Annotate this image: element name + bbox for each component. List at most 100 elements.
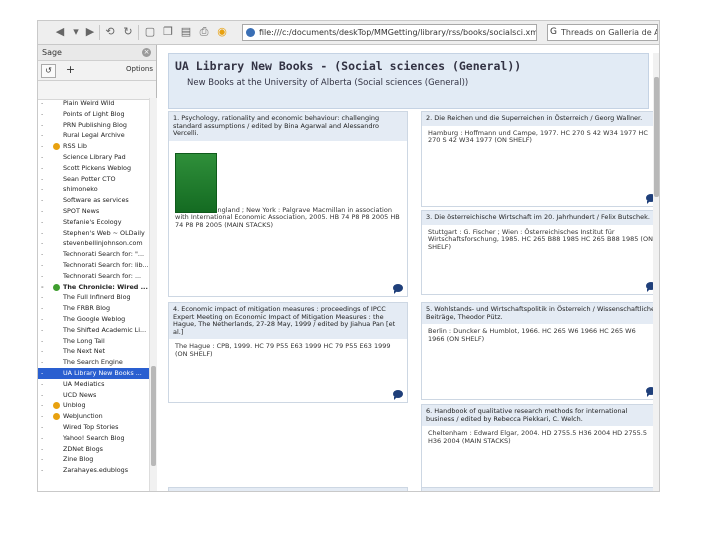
sidebar-feed-item[interactable]: - Scott Pickens Weblog <box>38 163 149 174</box>
feed-label: Stefanie's Ecology <box>63 217 122 226</box>
sidebar-feed-item[interactable]: - PRN Publishing Blog <box>38 120 149 131</box>
feed-label: Technorati Search for: lib... <box>63 260 149 269</box>
sidebar-feed-item[interactable]: - Stephen's Web ~ OLDaily <box>38 228 149 239</box>
sidebar-feed-item[interactable]: - UCD News <box>38 390 149 401</box>
sidebar-feed-item[interactable]: - The Shifted Academic Li... <box>38 325 149 336</box>
sidebar-feed-item[interactable]: - The Search Engine <box>38 357 149 368</box>
feed-label: UCD News <box>63 390 97 399</box>
feed-label: Wired Top Stories <box>63 422 119 431</box>
sidebar-feed-item[interactable]: - SPOT News <box>38 206 149 217</box>
feed-label: Plain Weird Wild <box>63 99 115 107</box>
print-icon[interactable]: ⎙ <box>196 24 212 40</box>
page-icon[interactable]: ▢ <box>142 24 158 40</box>
feed-label: Technorati Search for: "... <box>63 250 145 259</box>
feed-title: UA Library New Books - (Social sciences … <box>175 59 522 73</box>
sidebar-feed-item[interactable]: - Technorati Search for: lib... <box>38 260 149 271</box>
copy-icon[interactable]: ❐ <box>160 24 176 40</box>
book-details: The Hague : CPB, 1999. HC 79 P55 E63 199… <box>175 342 391 358</box>
sidebar-feed-item[interactable]: - shimoneko <box>38 184 149 195</box>
tree-line: - <box>41 174 44 183</box>
feed-label: Stephen's Web ~ OLDaily <box>63 228 145 237</box>
sidebar-feed-item[interactable]: - Wired Top Stories <box>38 422 149 433</box>
book-card: 4. Economic impact of mitigation measure… <box>168 302 408 403</box>
options-menu[interactable]: Options <box>126 65 153 73</box>
refresh-feeds-button[interactable]: ↺ <box>41 64 56 78</box>
tree-line: - <box>41 304 44 313</box>
tree-line: - <box>41 239 44 248</box>
book-title-link[interactable]: 3. Die österreichische Wirtschaft im 20.… <box>422 211 659 225</box>
sidebar-feed-item[interactable]: - Technorati Search for: "... <box>38 249 149 260</box>
book-title-link[interactable]: 5. Wohlstands- und Wirtschaftspolitik in… <box>422 303 659 324</box>
sidebar-feed-item[interactable]: - Software as services <box>38 195 149 206</box>
sidebar-feed-item[interactable]: - Yahoo! Search Blog <box>38 433 149 444</box>
sidebar-feed-item[interactable]: - Zarahayes.edublogs <box>38 465 149 476</box>
book-details: Berlin : Duncker & Humblot, 1966. HC 265… <box>428 327 636 343</box>
tree-line: - <box>41 250 44 259</box>
address-bar[interactable]: file:///c:/documents/deskTop/MMGetting/l… <box>242 24 537 41</box>
book-title-link[interactable]: 7. Transformations in global governance … <box>169 488 407 491</box>
forward-icon[interactable]: ▶ <box>82 24 98 40</box>
address-text: file:///c:/documents/deskTop/MMGetting/l… <box>259 28 537 37</box>
sidebar-feed-item[interactable]: - Unblog <box>38 400 149 411</box>
sidebar-feed-item[interactable]: - The Full Infinerd Blog <box>38 292 149 303</box>
sidebar-feed-item[interactable]: - Points of Light Blog <box>38 109 149 120</box>
bookmark-icon[interactable]: ▤ <box>178 24 194 40</box>
feed-label: Zine Blog <box>63 455 94 464</box>
book-title-link[interactable]: 1. Psychology, rationality and economic … <box>169 112 407 141</box>
book-title-link[interactable]: 4. Economic impact of mitigation measure… <box>169 303 407 339</box>
add-feed-button[interactable]: + <box>64 64 77 76</box>
feed-label: The Shifted Academic Li... <box>63 325 147 334</box>
sidebar-feed-item[interactable]: - The Next Net <box>38 346 149 357</box>
sidebar-feed-item[interactable]: - Science Library Pad <box>38 152 149 163</box>
sidebar-feed-item[interactable]: - ZDNet Blogs <box>38 444 149 455</box>
feed-label: stevenbellinjohnson.com <box>63 239 143 248</box>
close-icon[interactable]: × <box>142 48 151 57</box>
rss-icon[interactable]: ◉ <box>214 24 230 40</box>
tree-line: - <box>41 109 44 118</box>
tree-line: - <box>41 260 44 269</box>
reload-icon[interactable]: ↻ <box>120 24 136 40</box>
feed-label: The Google Weblog <box>63 314 126 323</box>
tree-line: - <box>41 196 44 205</box>
sidebar-feed-item[interactable]: - The Chronicle: Wired ... <box>38 282 149 293</box>
comment-icon[interactable] <box>393 284 403 294</box>
book-details: Hamburg : Hoffmann und Campe, 1977. HC 2… <box>428 128 648 144</box>
comment-icon[interactable] <box>393 390 403 400</box>
back-icon[interactable]: ◀ <box>52 24 68 40</box>
sidebar-feed-item[interactable]: - RSS Lib <box>38 141 149 152</box>
sidebar-feed-item[interactable]: - Technorati Search for: ... <box>38 271 149 282</box>
browser-toolbar: ◀ ▾ ▶ ⟲ ↻ ▢ ❐ ▤ ⎙ ◉ file:///c:/documents… <box>38 21 659 45</box>
sidebar-feed-item[interactable]: - Zine Blog <box>38 454 149 465</box>
sidebar-feed-item[interactable]: - Rural Legal Archive <box>38 130 149 141</box>
sidebar-scroll-thumb[interactable] <box>151 366 156 466</box>
book-title-link[interactable]: 8. Multinational corporations and global… <box>422 488 659 491</box>
sidebar-feed-item[interactable]: - Sean Potter CTO <box>38 174 149 185</box>
sidebar-feed-item[interactable]: - WebJunction <box>38 411 149 422</box>
sidebar-scrollbar[interactable] <box>149 98 157 491</box>
feed-label: WebJunction <box>63 412 103 421</box>
feed-label: Scott Pickens Weblog <box>63 163 132 172</box>
sidebar-feed-item[interactable]: - UA Mediatics <box>38 379 149 390</box>
feed-label: Software as services <box>63 196 129 205</box>
history-icon[interactable]: ⟲ <box>102 24 118 40</box>
sidebar-feed-item[interactable]: - The Google Weblog <box>38 314 149 325</box>
book-title-link[interactable]: 6. Handbook of qualitative research meth… <box>422 405 659 426</box>
tree-line: - <box>41 412 44 421</box>
search-input[interactable]: G Threads on Galleria de Alheu <box>547 24 658 41</box>
feed-label: The Next Net <box>63 347 106 356</box>
sidebar-feed-item[interactable]: - The Long Tail <box>38 336 149 347</box>
sidebar-feed-item[interactable]: - stevenbellinjohnson.com <box>38 238 149 249</box>
main-scroll-thumb[interactable] <box>654 77 659 197</box>
sidebar-feed-item[interactable]: - UA Library New Books ... <box>38 367 149 379</box>
tree-line: - <box>41 336 44 345</box>
feed-label: The FRBR Blog <box>63 304 111 313</box>
sidebar-feed-item[interactable]: - Stefanie's Ecology <box>38 217 149 228</box>
tree-line: - <box>41 368 44 377</box>
main-scrollbar[interactable] <box>653 53 659 491</box>
book-title-link[interactable]: 2. Die Reichen und die Superreichen in Ö… <box>422 112 659 126</box>
sidebar-title: Sage <box>42 48 62 57</box>
rss-icon <box>53 402 60 410</box>
sidebar-feed-item[interactable]: - Plain Weird Wild <box>38 98 149 109</box>
sidebar-feed-item[interactable]: - The FRBR Blog <box>38 303 149 314</box>
tree-line: - <box>41 358 44 367</box>
